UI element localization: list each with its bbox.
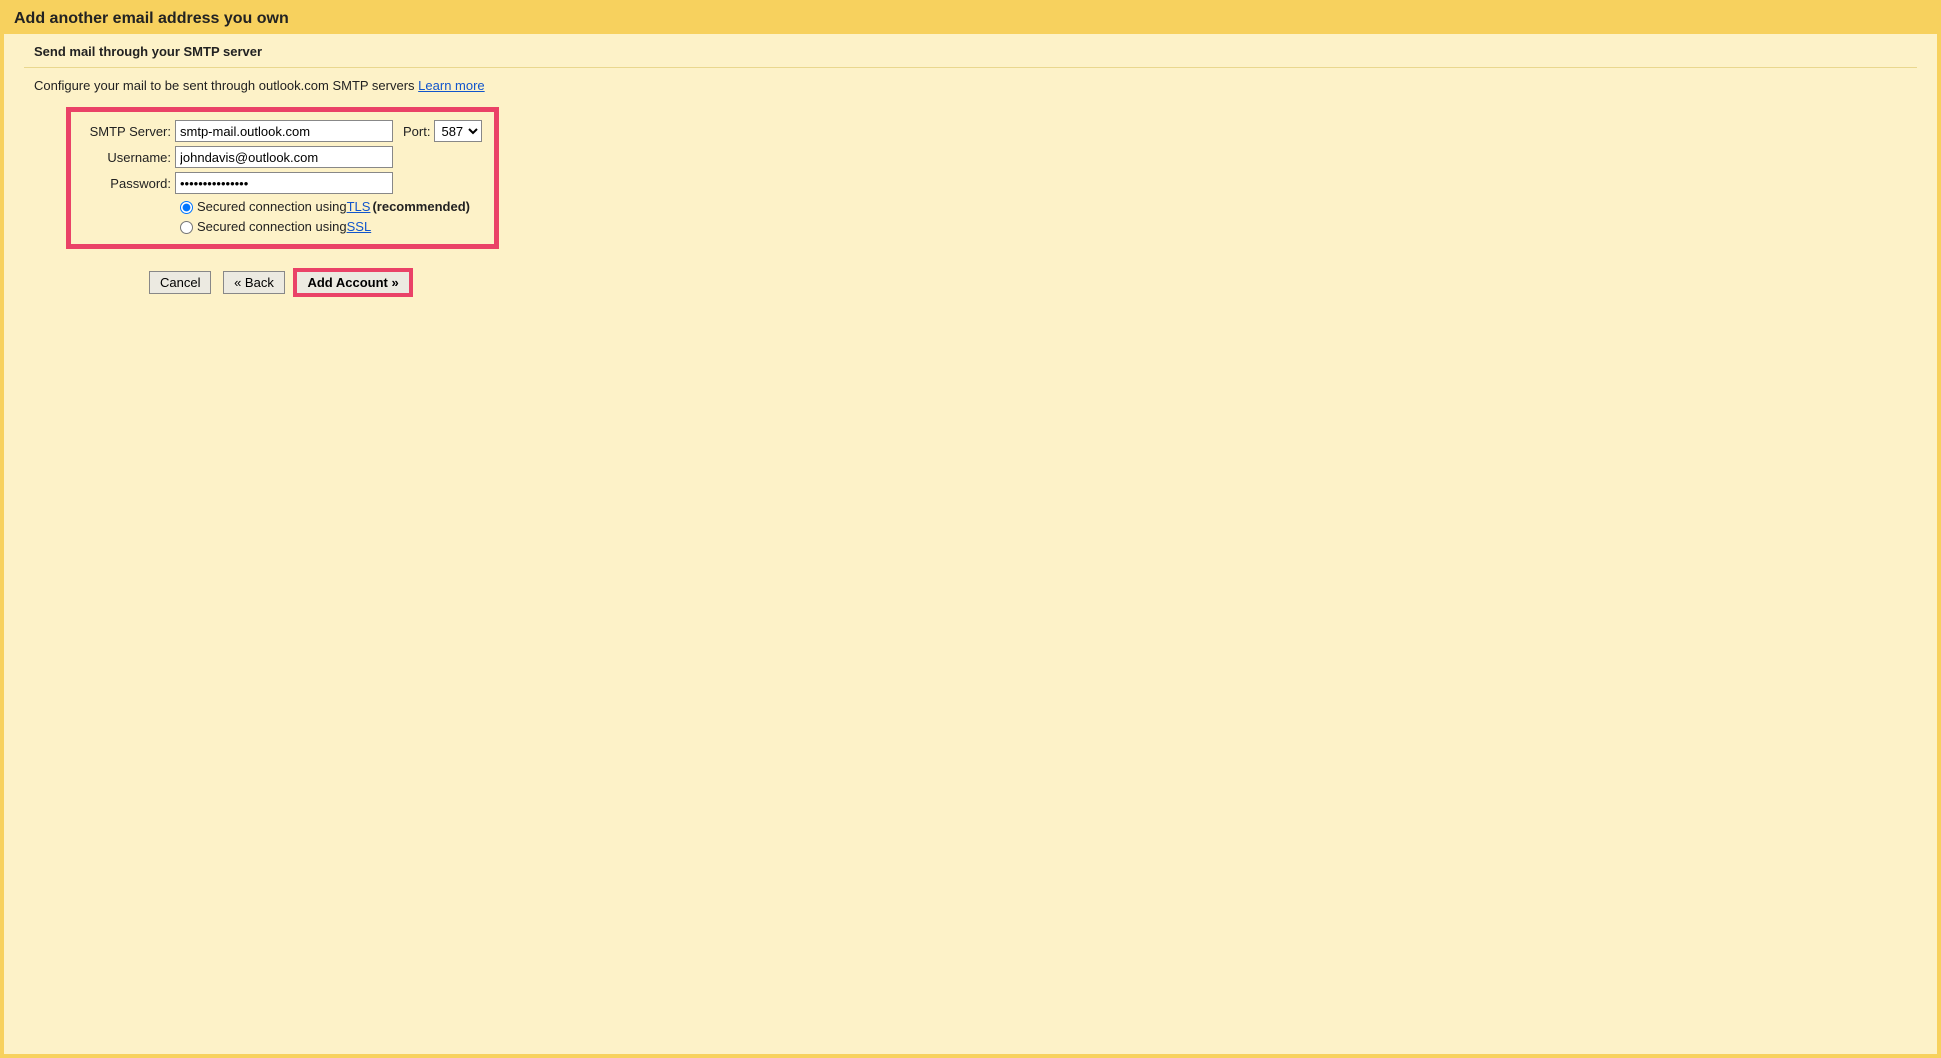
window-title-bar: Add another email address you own — [4, 4, 1937, 34]
cancel-button[interactable]: Cancel — [149, 271, 211, 294]
tls-link[interactable]: TLS — [347, 199, 371, 214]
ssl-link[interactable]: SSL — [347, 219, 372, 234]
username-input[interactable] — [175, 146, 393, 168]
instruction-text: Configure your mail to be sent through o… — [34, 78, 418, 93]
password-input[interactable] — [175, 172, 393, 194]
ssl-radio[interactable] — [180, 221, 193, 234]
instruction-row: Configure your mail to be sent through o… — [4, 68, 1937, 103]
port-select[interactable]: 587 — [434, 120, 482, 142]
tls-radio[interactable] — [180, 201, 193, 214]
username-label: Username: — [79, 150, 171, 165]
tls-recommended-text: (recommended) — [372, 199, 470, 214]
port-label: Port: — [403, 124, 430, 139]
ssl-radio-prefix: Secured connection using — [197, 219, 347, 234]
tls-radio-row: Secured connection using TLS (recommende… — [175, 198, 482, 214]
window-outer: Add another email address you own Send m… — [0, 0, 1941, 1058]
ssl-radio-row: Secured connection using SSL — [175, 218, 482, 234]
subtitle: Send mail through your SMTP server — [4, 34, 1937, 67]
tls-radio-prefix: Secured connection using — [197, 199, 347, 214]
password-label: Password: — [79, 176, 171, 191]
learn-more-link[interactable]: Learn more — [418, 78, 484, 93]
add-account-button[interactable]: Add Account » — [296, 271, 409, 294]
smtp-server-label: SMTP Server: — [79, 124, 171, 139]
button-row: Cancel « Back Add Account » — [149, 271, 1937, 294]
smtp-server-row: SMTP Server: Port: 587 — [79, 120, 482, 142]
window-title: Add another email address you own — [14, 10, 289, 27]
smtp-server-input[interactable] — [175, 120, 393, 142]
username-row: Username: — [79, 146, 482, 168]
back-button[interactable]: « Back — [223, 271, 285, 294]
password-row: Password: — [79, 172, 482, 194]
content-area: Send mail through your SMTP server Confi… — [4, 34, 1937, 1054]
smtp-form-highlight-box: SMTP Server: Port: 587 Username: Passwor… — [66, 107, 499, 249]
